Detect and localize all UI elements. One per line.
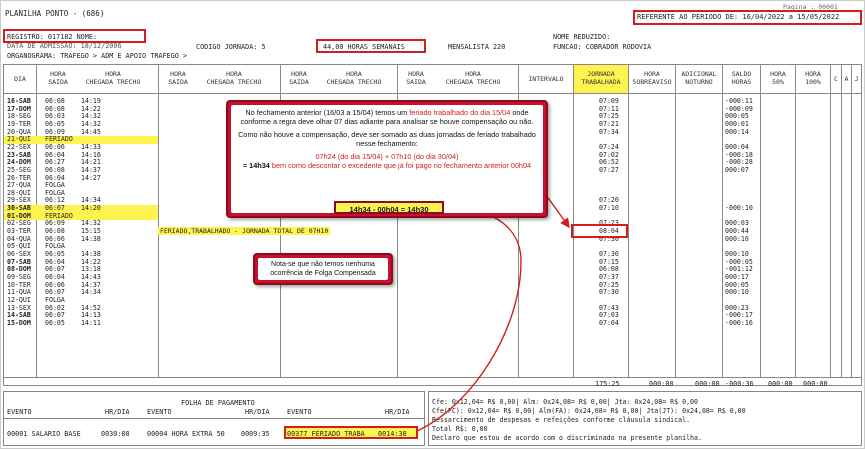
folga-callout-body: Nota-se que não temos nenhuma ocorrência… bbox=[258, 258, 388, 280]
arrow-to-jornada bbox=[545, 194, 570, 229]
document-page: PLANILHA PONTO - (686) Pagina : 00001 RE… bbox=[0, 0, 865, 449]
callout-paragraph-2: Como não houve a compensação, deve ser s… bbox=[238, 130, 536, 148]
annotation-arrows bbox=[416, 194, 570, 432]
callout-result: 14h34 - 00h04 = 14h30 bbox=[334, 201, 444, 214]
callout-paragraph-3: 07h24 (do dia 15/04) + 07h10 (do dia 30/… bbox=[315, 152, 459, 161]
callout-p1b: feriado trabalhado do dia 15/04 bbox=[409, 108, 511, 117]
callout-p1a: No fechamento anterior (16/03 a 15/04) t… bbox=[245, 108, 410, 117]
callout-paragraph-1: No fechamento anterior (16/03 a 15/04) t… bbox=[237, 108, 537, 126]
callout-paragraph-4: = 14h34 bem como descontar o excedente q… bbox=[237, 161, 537, 170]
callout-p4b: bem como descontar o excedente que já fo… bbox=[271, 161, 532, 170]
folga-callout: Nota-se que não temos nenhuma ocorrência… bbox=[253, 253, 393, 285]
explanation-callout-body: No fechamento anterior (16/03 a 15/04) t… bbox=[231, 105, 543, 213]
arrow-to-feriado-evento bbox=[416, 202, 522, 432]
callout-p4a: = 14h34 bbox=[242, 161, 272, 170]
